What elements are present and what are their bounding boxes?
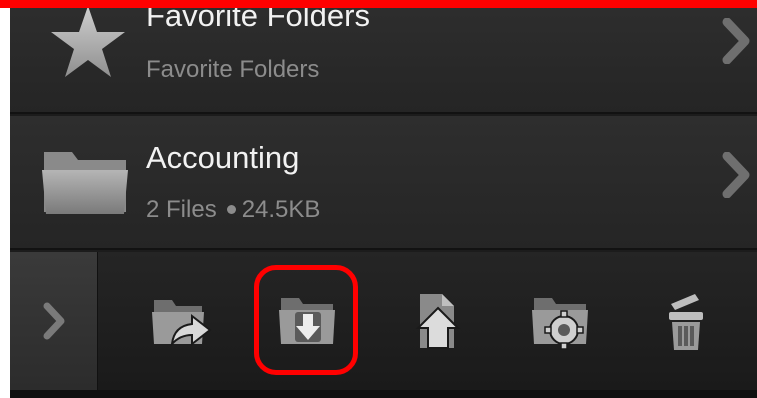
folder-gear-icon[interactable] [530, 290, 592, 352]
row-meta: 2 Files 24.5KB [146, 196, 320, 224]
bottom-edge [10, 390, 757, 398]
folder-icon [42, 152, 128, 214]
chevron-right-icon [43, 302, 65, 340]
star-icon [51, 6, 125, 77]
folder-size: 24.5KB [241, 196, 321, 223]
chevron-right-icon[interactable] [721, 152, 751, 198]
list-item-favorite-folders[interactable]: Favorite Folders Favorite Folders [10, 0, 757, 114]
row-subtitle: Favorite Folders [146, 56, 320, 83]
list-item-accounting[interactable]: Accounting 2 Files 24.5KB [10, 116, 757, 250]
separator-dot [226, 204, 236, 214]
file-count: 2 Files [146, 196, 217, 223]
folder-arrow-right-icon[interactable] [150, 290, 212, 352]
expand-toolbar-button[interactable] [10, 252, 98, 390]
trash-icon[interactable] [655, 290, 717, 352]
chevron-right-icon[interactable] [721, 18, 751, 64]
download-highlight-marker [254, 265, 358, 375]
action-toolbar [10, 252, 757, 390]
file-upload-icon[interactable] [410, 290, 472, 352]
row-title: Accounting [146, 140, 300, 175]
top-red-bar [0, 0, 757, 8]
app-frame: Favorite Folders Favorite Folders Accoun… [10, 0, 757, 390]
